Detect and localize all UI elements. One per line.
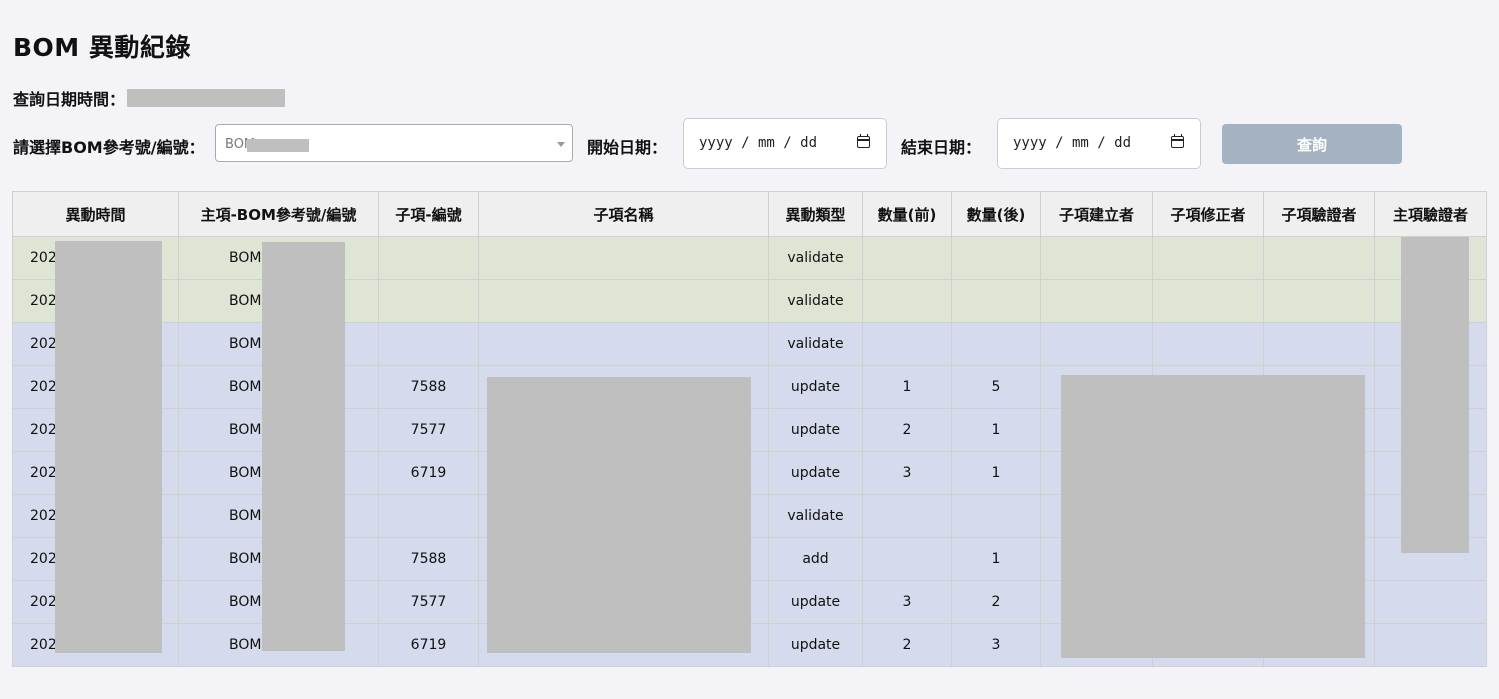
redaction-block-item-name xyxy=(487,377,751,653)
col-header-item-no: 子項-編號 xyxy=(378,191,479,237)
redaction-block-time xyxy=(55,241,162,653)
cell-change-type: update xyxy=(768,451,863,495)
cell-item-no: 7577 xyxy=(378,580,479,624)
cell-qty-before: 1 xyxy=(862,365,952,409)
cell-qty-before: 3 xyxy=(862,580,952,624)
table-row[interactable]: 202 BOM validate xyxy=(12,236,1487,280)
cell-item-no xyxy=(378,236,479,280)
col-header-qty-after: 數量(後) xyxy=(951,191,1041,237)
cell-item-modifier xyxy=(1152,279,1264,323)
cell-qty-before: 3 xyxy=(862,451,952,495)
cell-item-creator xyxy=(1040,322,1153,366)
end-date-placeholder: yyyy / mm / dd xyxy=(1013,135,1132,151)
col-header-item-creator: 子項建立者 xyxy=(1040,191,1153,237)
cell-qty-before: 2 xyxy=(862,623,952,667)
cell-qty-after: 1 xyxy=(951,408,1041,452)
table-row[interactable]: 202 BOM validate xyxy=(12,279,1487,323)
cell-change-type: update xyxy=(768,365,863,409)
cell-item-no: 6719 xyxy=(378,623,479,667)
cell-item-verifier xyxy=(1263,322,1375,366)
query-datetime: 查詢日期時間： xyxy=(13,86,286,110)
redaction-block-main-verifier xyxy=(1401,237,1469,553)
cell-change-type: validate xyxy=(768,236,863,280)
cell-qty-before xyxy=(862,279,952,323)
cell-change-type: update xyxy=(768,580,863,624)
cell-qty-after: 3 xyxy=(951,623,1041,667)
calendar-icon[interactable] xyxy=(857,134,870,148)
cell-item-creator xyxy=(1040,236,1153,280)
end-date-input[interactable]: yyyy / mm / dd xyxy=(997,118,1201,169)
cell-qty-after xyxy=(951,322,1041,366)
start-date-label: 開始日期： xyxy=(587,138,668,157)
cell-qty-before xyxy=(862,537,952,581)
cell-qty-after: 2 xyxy=(951,580,1041,624)
cell-change-type: validate xyxy=(768,494,863,538)
cell-qty-after: 5 xyxy=(951,365,1041,409)
cell-item-no: 7577 xyxy=(378,408,479,452)
cell-item-verifier xyxy=(1263,236,1375,280)
cell-item-creator xyxy=(1040,279,1153,323)
col-header-change-type: 異動類型 xyxy=(768,191,863,237)
cell-qty-before xyxy=(862,494,952,538)
redaction-block-bom xyxy=(262,242,345,651)
cell-item-verifier xyxy=(1263,279,1375,323)
table-row[interactable]: 202 BOM validate xyxy=(12,322,1487,366)
cell-change-type: validate xyxy=(768,322,863,366)
bom-select-value-redacted xyxy=(247,139,309,152)
cell-item-name xyxy=(478,322,769,366)
calendar-icon[interactable] xyxy=(1171,134,1184,148)
cell-item-name xyxy=(478,279,769,323)
cell-qty-after: 1 xyxy=(951,537,1041,581)
col-header-item-modifier: 子項修正者 xyxy=(1152,191,1264,237)
query-button[interactable]: 查詢 xyxy=(1222,124,1402,164)
query-datetime-value-redacted xyxy=(127,89,286,107)
cell-qty-after xyxy=(951,494,1041,538)
cell-item-no xyxy=(378,322,479,366)
col-header-main-bom: 主項-BOM參考號/編號 xyxy=(178,191,379,237)
chevron-down-icon[interactable] xyxy=(557,142,565,147)
query-datetime-label: 查詢日期時間： xyxy=(13,90,126,109)
cell-item-no xyxy=(378,279,479,323)
redaction-block-users xyxy=(1061,375,1365,658)
start-date-placeholder: yyyy / mm / dd xyxy=(699,135,818,151)
col-header-main-verifier: 主項驗證者 xyxy=(1374,191,1487,237)
cell-change-type: update xyxy=(768,623,863,667)
cell-change-type: validate xyxy=(768,279,863,323)
cell-item-name xyxy=(478,236,769,280)
bom-select[interactable]: BOM xyxy=(215,124,573,162)
cell-item-no xyxy=(378,494,479,538)
cell-change-type: update xyxy=(768,408,863,452)
cell-qty-before: 2 xyxy=(862,408,952,452)
cell-qty-before xyxy=(862,236,952,280)
cell-main-verifier xyxy=(1374,580,1487,624)
cell-qty-after xyxy=(951,279,1041,323)
cell-qty-after: 1 xyxy=(951,451,1041,495)
cell-item-no: 6719 xyxy=(378,451,479,495)
cell-change-type: add xyxy=(768,537,863,581)
col-header-item-name: 子項名稱 xyxy=(478,191,769,237)
page-title: BOM 異動紀錄 xyxy=(13,33,191,62)
cell-item-no: 7588 xyxy=(378,365,479,409)
cell-item-no: 7588 xyxy=(378,537,479,581)
cell-item-modifier xyxy=(1152,322,1264,366)
cell-qty-after xyxy=(951,236,1041,280)
cell-item-modifier xyxy=(1152,236,1264,280)
cell-main-verifier xyxy=(1374,623,1487,667)
col-header-change-time: 異動時間 xyxy=(12,191,179,237)
col-header-qty-before: 數量(前) xyxy=(862,191,952,237)
table-header-row: 異動時間 主項-BOM參考號/編號 子項-編號 子項名稱 異動類型 數量(前) … xyxy=(12,191,1487,237)
bom-select-label: 請選擇BOM參考號/編號： xyxy=(13,138,205,157)
end-date-label: 結束日期： xyxy=(901,138,982,157)
cell-qty-before xyxy=(862,322,952,366)
col-header-item-verifier: 子項驗證者 xyxy=(1263,191,1375,237)
start-date-input[interactable]: yyyy / mm / dd xyxy=(683,118,887,169)
